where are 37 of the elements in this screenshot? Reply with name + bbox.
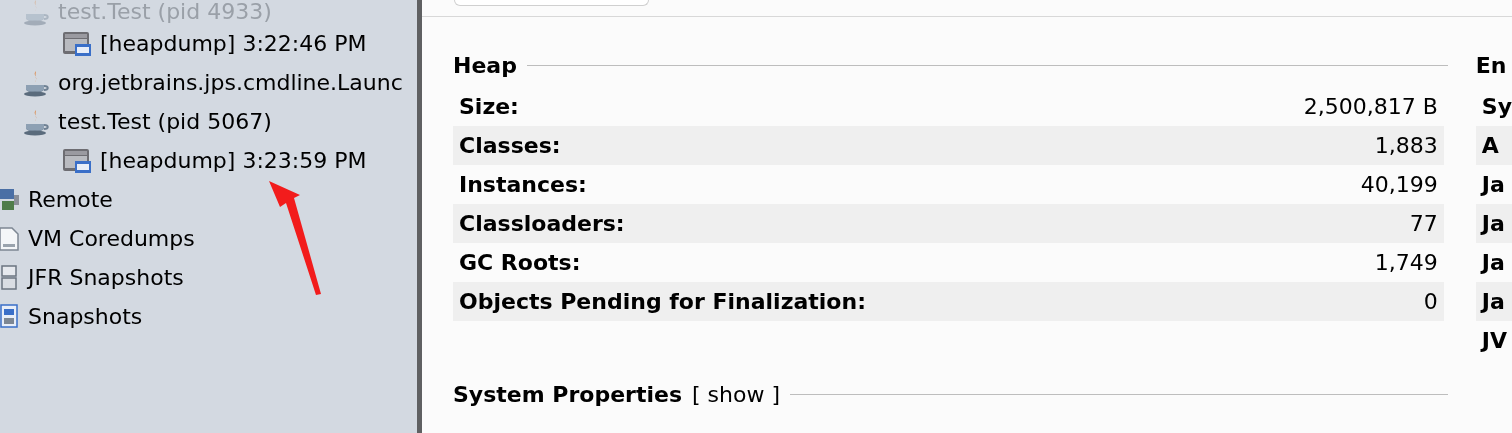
property-label: A	[1481, 132, 1499, 160]
tab-button[interactable]	[454, 0, 649, 6]
heap-dump-icon	[62, 146, 92, 175]
property-label: Classloaders:	[459, 210, 625, 238]
property-label: Ja	[1481, 210, 1505, 238]
network-icon	[0, 186, 20, 213]
property-label: GC Roots:	[459, 249, 581, 277]
tree-item[interactable]: JFR Snapshots	[28, 264, 184, 291]
property-label: JV	[1481, 327, 1508, 355]
coffee-cup-icon	[22, 0, 50, 26]
section-title: System Properties	[453, 380, 682, 409]
tree-item[interactable]: Snapshots	[28, 303, 143, 330]
property-value: 0	[1423, 288, 1438, 316]
property-label: Classes:	[459, 132, 561, 160]
property-value: 77	[1409, 210, 1438, 238]
property-value: 40,199	[1360, 171, 1438, 199]
tree-item[interactable]: [heapdump] 3:23:59 PM	[100, 147, 367, 174]
property-value: 1,749	[1374, 249, 1438, 277]
property-value: 1,883	[1374, 132, 1438, 160]
show-link[interactable]: [ show ]	[692, 377, 780, 411]
section-title: Heap	[453, 51, 517, 80]
property-label: Ja	[1481, 288, 1505, 316]
property-label: Objects Pending for Finalization:	[459, 288, 866, 316]
tree-item[interactable]: VM Coredumps	[28, 225, 195, 252]
property-value: 2,500,817 B	[1303, 93, 1438, 121]
section-title: En	[1475, 51, 1507, 80]
property-label: Ja	[1481, 171, 1505, 199]
document-icon	[0, 225, 20, 252]
property-label: Instances:	[459, 171, 587, 199]
property-label: Ja	[1481, 249, 1505, 277]
property-label: Size:	[459, 93, 519, 121]
tree-item[interactable]: org.jetbrains.jps.cmdline.Launc	[58, 69, 403, 96]
heap-dump-icon	[62, 29, 92, 58]
tree-item[interactable]: test.Test (pid 5067)	[58, 108, 272, 135]
snapshot-icon	[0, 303, 20, 330]
tree-item[interactable]: Remote	[28, 186, 113, 213]
property-label: Sy	[1481, 93, 1512, 121]
